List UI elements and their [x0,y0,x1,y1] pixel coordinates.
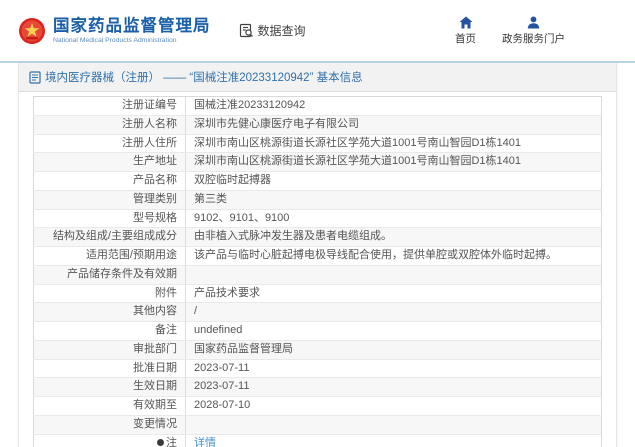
row-label: 适用范围/预期用途 [34,247,186,266]
row-label: 其他内容 [34,303,186,322]
row-value: 2028-07-10 [186,397,602,416]
nav-portal[interactable]: 政务服务门户 [502,16,565,46]
row-value: 2023-07-11 [186,359,602,378]
org-name-en: National Medical Products Administration [53,37,211,44]
table-row: 批准日期 2023-07-11 [34,359,602,378]
row-label: 变更情况 [34,415,186,434]
row-value: 产品技术要求 [186,284,602,303]
table-row: 管理类别 第三类 [34,190,602,209]
table-row: 附件 产品技术要求 [34,284,602,303]
table-row: 产品储存条件及有效期 [34,265,602,284]
row-label: 生产地址 [34,153,186,172]
row-label: 附件 [34,284,186,303]
table-row: 注册人名称 深圳市先健心康医疗电子有限公司 [34,115,602,134]
row-label: 型号规格 [34,209,186,228]
row-label: 注册证编号 [34,97,186,116]
row-value [186,415,602,434]
site-header: 国家药品监督管理局 National Medical Products Admi… [0,0,635,61]
data-query-label: 数据查询 [258,22,306,39]
row-value: 第三类 [186,190,602,209]
table-row: 注 详情 [34,434,602,447]
row-label: 备注 [34,322,186,341]
table-row: 审批部门 国家药品监督管理局 [34,340,602,359]
nav-data-query[interactable]: 数据查询 [239,22,306,39]
user-icon [527,16,540,29]
row-value: 2023-07-11 [186,378,602,397]
national-emblem-icon [18,17,46,45]
row-value: 深圳市先健心康医疗电子有限公司 [186,115,602,134]
breadcrumb-text: 境内医疗器械（注册） —— “国械注准20233120942” 基本信息 [45,69,363,85]
table-row: 结构及组成/主要组成成分 由非植入式脉冲发生器及患者电缆组成。 [34,228,602,247]
table-row: 变更情况 [34,415,602,434]
table-row: 适用范围/预期用途 该产品与临时心脏起搏电极导线配合使用，提供单腔或双腔体外临时… [34,247,602,266]
org-names: 国家药品监督管理局 National Medical Products Admi… [53,17,211,45]
table-row: 有效期至 2028-07-10 [34,397,602,416]
header-right-nav: 首页 政务服务门户 [455,16,617,46]
table-row: 生产地址 深圳市南山区桃源街道长源社区学苑大道1001号南山智园D1栋1401 [34,153,602,172]
row-value: 双腔临时起搏器 [186,172,602,191]
table-row: 注册证编号 国械注准20233120942 [34,97,602,116]
row-value: 由非植入式脉冲发生器及患者电缆组成。 [186,228,602,247]
row-label: 审批部门 [34,340,186,359]
table-row: 产品名称 双腔临时起搏器 [34,172,602,191]
row-label: 生效日期 [34,378,186,397]
registration-info-table-wrap: 注册证编号 国械注准20233120942 注册人名称 深圳市先健心康医疗电子有… [19,92,616,447]
home-icon [459,16,473,29]
row-value: 国家药品监督管理局 [186,340,602,359]
table-row: 型号规格 9102、9101、9100 [34,209,602,228]
row-value: 该产品与临时心脏起搏电极导线配合使用，提供单腔或双腔体外临时起搏。 [186,247,602,266]
row-value [186,265,602,284]
org-name-cn: 国家药品监督管理局 [53,17,211,35]
table-row: 生效日期 2023-07-11 [34,378,602,397]
info-table-body: 注册证编号 国械注准20233120942 注册人名称 深圳市先健心康医疗电子有… [34,97,602,447]
row-label: 注 [34,434,186,447]
row-label: 结构及组成/主要组成成分 [34,228,186,247]
table-row: 备注 undefined [34,322,602,341]
row-label: 批准日期 [34,359,186,378]
registration-info-table: 注册证编号 国械注准20233120942 注册人名称 深圳市先健心康医疗电子有… [33,96,602,447]
row-value: 9102、9101、9100 [186,209,602,228]
row-value: 深圳市南山区桃源街道长源社区学苑大道1001号南山智园D1栋1401 [186,153,602,172]
row-value: / [186,303,602,322]
row-label: 注册人名称 [34,115,186,134]
row-label: 管理类别 [34,190,186,209]
nav-home[interactable]: 首页 [455,16,476,46]
row-label: 注册人住所 [34,134,186,153]
breadcrumb: 境内医疗器械（注册） —— “国械注准20233120942” 基本信息 [19,63,616,92]
row-value: 国械注准20233120942 [186,97,602,116]
table-row: 注册人住所 深圳市南山区桃源街道长源社区学苑大道1001号南山智园D1栋1401 [34,134,602,153]
row-label: 产品储存条件及有效期 [34,265,186,284]
document-icon [29,71,41,84]
detail-link[interactable]: 详情 [186,434,602,447]
row-label: 有效期至 [34,397,186,416]
nmpa-logo[interactable]: 国家药品监督管理局 National Medical Products Admi… [18,17,211,45]
data-query-icon [239,23,254,38]
nav-portal-label: 政务服务门户 [502,31,565,46]
table-row: 其他内容 / [34,303,602,322]
row-value: 深圳市南山区桃源街道长源社区学苑大道1001号南山智园D1栋1401 [186,134,602,153]
nav-home-label: 首页 [455,31,476,46]
note-bullet-icon [157,439,164,446]
row-value: undefined [186,322,602,341]
row-label: 产品名称 [34,172,186,191]
content-panel: 境内医疗器械（注册） —— “国械注准20233120942” 基本信息 注册证… [18,63,617,447]
